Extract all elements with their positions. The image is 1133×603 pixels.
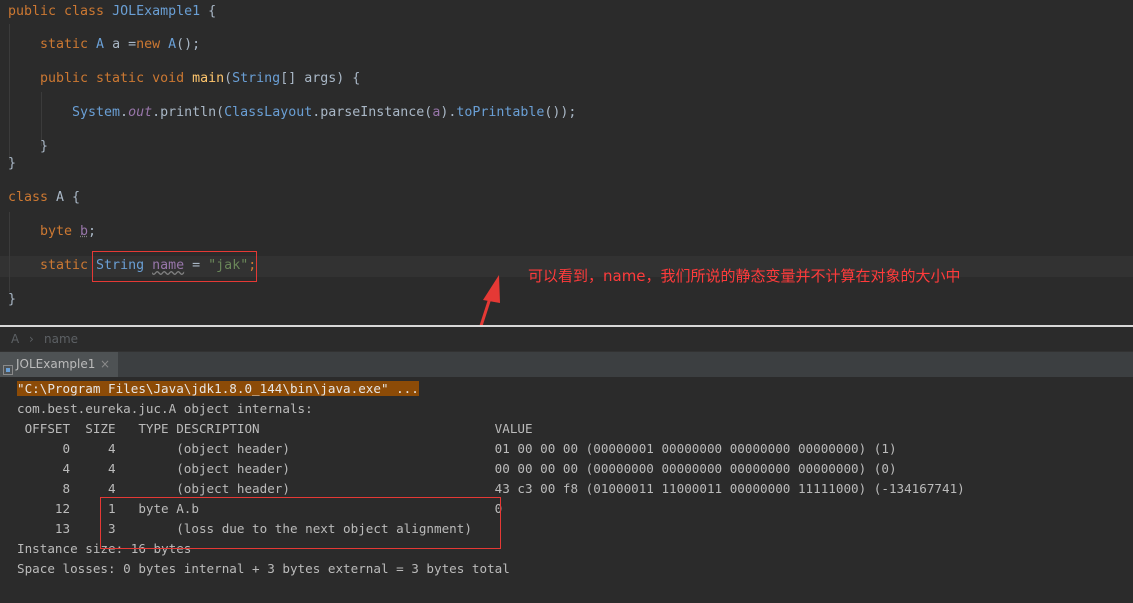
code-line-3[interactable]: public static void main(String[] args) { (40, 67, 360, 91)
breadcrumb-separator: › (29, 332, 34, 346)
breadcrumb-class[interactable]: A (11, 327, 19, 351)
static-field-highlight-box (92, 251, 257, 282)
indent-guide (9, 212, 10, 292)
code-line-1[interactable]: public class JOLExample1 { (8, 0, 216, 24)
console-row: 8 4 (object header) 43 c3 00 f8 (0100001… (17, 481, 965, 496)
breadcrumb-member[interactable]: name (44, 327, 78, 351)
code-line-7[interactable]: class A { (8, 186, 80, 210)
console-header: com.best.eureka.juc.A object internals: (17, 401, 313, 416)
code-line-5[interactable]: } (40, 135, 48, 159)
console-row: 4 4 (object header) 00 00 00 00 (0000000… (17, 461, 897, 476)
annotation-note: 可以看到，name，我们所说的静态变量并不计算在对象的大小中 (528, 267, 961, 285)
code-line-4[interactable]: System.out.println(ClassLayout.parseInst… (72, 101, 576, 125)
code-line-6[interactable]: } (8, 152, 16, 176)
console-output[interactable]: "C:\Program Files\Java\jdk1.8.0_144\bin\… (0, 377, 1133, 603)
code-line-10[interactable]: } (8, 288, 16, 312)
indent-guide (9, 24, 10, 160)
console-columns: OFFSET SIZE TYPE DESCRIPTION VALUE (17, 421, 533, 436)
console-row: 0 4 (object header) 01 00 00 00 (0000000… (17, 441, 897, 456)
field-layout-highlight-box (100, 497, 501, 549)
console-space-losses: Space losses: 0 bytes internal + 3 bytes… (17, 561, 510, 576)
breadcrumb: A › name (0, 327, 1133, 351)
run-tab-jolexample1[interactable]: JOLExample1 × (0, 352, 118, 377)
close-icon[interactable]: × (100, 352, 110, 377)
code-line-8[interactable]: byte b; (40, 220, 96, 244)
code-editor[interactable]: public class JOLExample1 { static A a =n… (0, 0, 1133, 325)
code-line-2[interactable]: static A a =new A(); (40, 33, 200, 57)
run-tool-window-tabs: JOLExample1 × (0, 351, 1133, 378)
console-command-line: "C:\Program Files\Java\jdk1.8.0_144\bin\… (17, 381, 419, 396)
run-config-icon (3, 359, 13, 375)
run-tab-label: JOLExample1 (16, 357, 96, 371)
